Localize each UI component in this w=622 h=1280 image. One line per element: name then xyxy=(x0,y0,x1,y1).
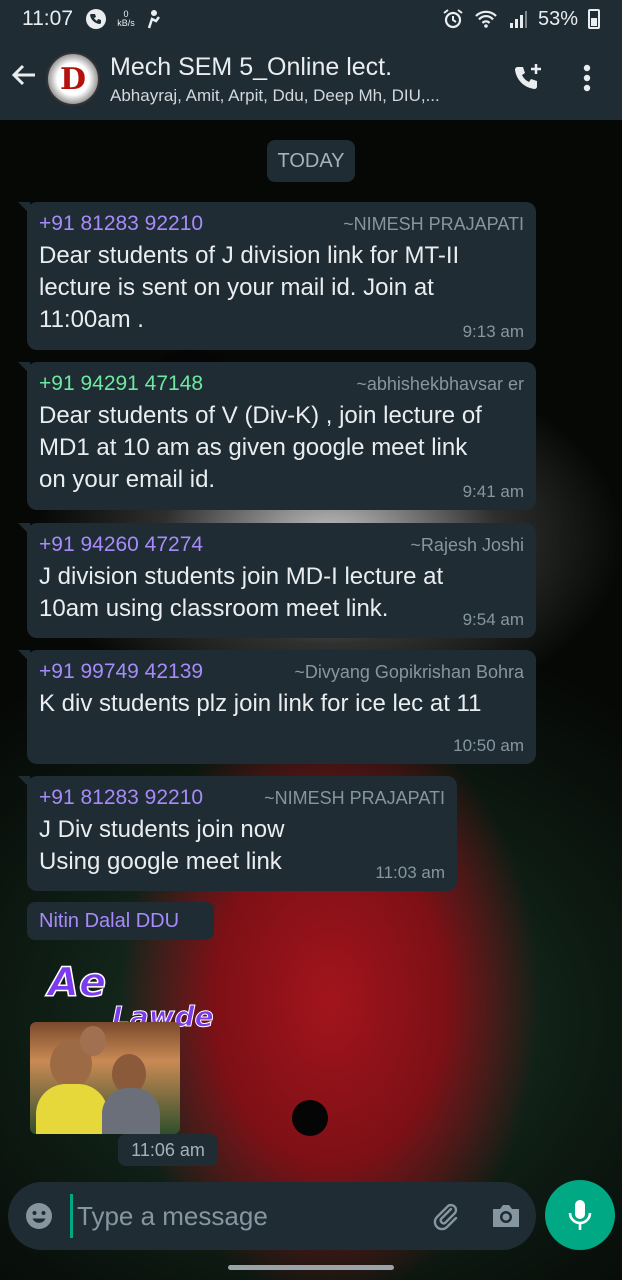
group-info[interactable]: Mech SEM 5_Online lect. Abhayraj, Amit, … xyxy=(110,53,490,106)
avatar-logo-text: D xyxy=(59,61,86,97)
message-time: 9:13 am xyxy=(462,322,524,341)
sender-phone[interactable]: +91 81283 92210 xyxy=(39,212,203,236)
sticker-person-shirt xyxy=(36,1084,108,1134)
signal-icon xyxy=(509,11,527,28)
sticker-sender-name[interactable]: Nitin Dalal DDU xyxy=(27,902,214,940)
message-time: 11:03 am xyxy=(375,863,445,882)
message-bubble[interactable]: +91 94291 47148 ~abhishekbhavsar er Dear… xyxy=(18,362,536,510)
message-bubble[interactable]: +91 81283 92210 ~NIMESH PRAJAPATI J Div … xyxy=(18,776,457,891)
data-speed: 0 kB/s xyxy=(117,9,135,28)
phone-notification-icon xyxy=(86,9,106,29)
microphone-icon xyxy=(568,1200,592,1230)
sender-phone[interactable]: +91 81283 92210 xyxy=(39,786,203,810)
sticker-time: 11:06 am xyxy=(118,1134,218,1166)
alarm-icon xyxy=(443,9,463,29)
camera-icon xyxy=(493,1205,519,1227)
sticker-person-body xyxy=(102,1088,160,1134)
date-divider: TODAY xyxy=(267,140,355,182)
message-input[interactable] xyxy=(70,1194,416,1238)
message-text: Dear students of V (Div-K) , join lectur… xyxy=(39,402,482,493)
status-bar: 11:07 0 kB/s 53% xyxy=(0,0,622,38)
message-text: K div students plz join link for ice lec… xyxy=(39,690,482,717)
sticker-text-ae: Ae xyxy=(47,959,107,1007)
group-name: Mech SEM 5_Online lect. xyxy=(110,52,393,81)
home-indicator[interactable] xyxy=(228,1265,394,1270)
message-bubble[interactable]: +91 81283 92210 ~NIMESH PRAJAPATI Dear s… xyxy=(18,202,536,350)
status-time: 11:07 xyxy=(22,7,73,30)
sender-alias: ~NIMESH PRAJAPATI xyxy=(264,788,445,808)
sticker-image[interactable]: Ae Lawde xyxy=(30,959,220,1140)
message-time: 9:54 am xyxy=(462,610,524,629)
chat-header: D Mech SEM 5_Online lect. Abhayraj, Amit… xyxy=(0,38,622,120)
message-bubble[interactable]: +91 99749 42139 ~Divyang Gopikrishan Boh… xyxy=(18,650,536,764)
sender-phone[interactable]: +91 94291 47148 xyxy=(39,372,203,396)
sender-alias: ~Divyang Gopikrishan Bohra xyxy=(294,662,524,682)
wallpaper-splat xyxy=(292,1100,328,1136)
camera-button[interactable] xyxy=(476,1202,536,1230)
wifi-icon xyxy=(475,10,497,28)
phone-plus-icon xyxy=(514,64,541,90)
paperclip-icon xyxy=(433,1203,458,1231)
sender-alias: ~Rajesh Joshi xyxy=(410,535,524,555)
group-avatar[interactable]: D xyxy=(46,52,100,106)
message-time: 10:50 am xyxy=(453,736,524,755)
battery-percent: 53% xyxy=(537,7,578,30)
emoji-icon xyxy=(26,1203,52,1229)
battery-icon xyxy=(588,9,600,29)
sender-phone[interactable]: +91 99749 42139 xyxy=(39,660,203,684)
attach-button[interactable] xyxy=(416,1201,476,1231)
message-text: Dear students of J division link for MT-… xyxy=(39,242,460,333)
sender-alias: ~NIMESH PRAJAPATI xyxy=(343,214,524,234)
message-time: 9:41 am xyxy=(462,482,524,501)
message-bubble[interactable]: +91 94260 47274 ~Rajesh Joshi J division… xyxy=(18,523,536,638)
sticker-photo xyxy=(30,1022,180,1134)
sender-alias: ~abhishekbhavsar er xyxy=(356,374,524,394)
add-call-button[interactable] xyxy=(508,58,548,98)
kebab-menu-icon xyxy=(583,64,591,92)
emoji-button[interactable] xyxy=(8,1201,70,1231)
activity-icon xyxy=(147,10,160,29)
more-options-button[interactable] xyxy=(572,58,602,98)
back-button[interactable] xyxy=(2,61,46,97)
voice-message-button[interactable] xyxy=(545,1180,615,1250)
back-arrow-icon xyxy=(11,64,35,86)
sticker-person-face xyxy=(80,1026,106,1056)
message-composer xyxy=(8,1182,536,1250)
sender-phone[interactable]: +91 94260 47274 xyxy=(39,533,203,557)
group-members: Abhayraj, Amit, Arpit, Ddu, Deep Mh, DIU… xyxy=(110,85,440,105)
message-text: J division students join MD-I lecture at… xyxy=(39,563,444,622)
